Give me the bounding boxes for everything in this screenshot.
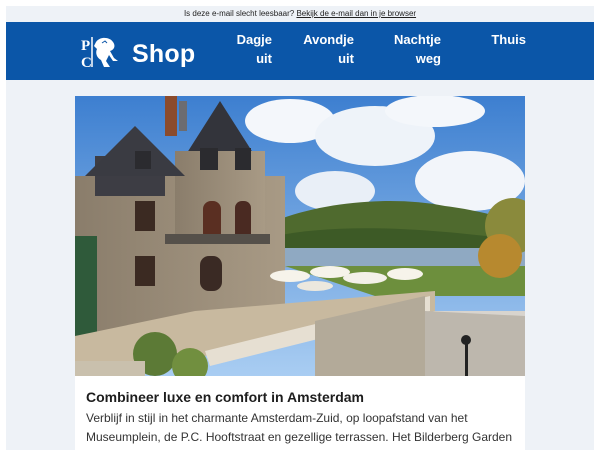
nav-nachtje-weg[interactable]: Nachtje weg xyxy=(388,30,441,68)
email-header: P C Shop Dagje uit Avondje uit Nachtje w… xyxy=(6,22,594,80)
svg-text:C: C xyxy=(81,55,92,70)
offer-card: Combineer luxe en comfort in Amsterdam V… xyxy=(75,96,525,450)
nav-label-line1: Thuis xyxy=(491,32,526,47)
preheader-text: Is deze e-mail slecht leesbaar? xyxy=(183,9,295,18)
nav-label-line2: uit xyxy=(256,51,272,66)
hotel-castle-photo[interactable] xyxy=(75,96,525,376)
svg-text:P: P xyxy=(81,38,90,54)
shop-brand-title[interactable]: Shop xyxy=(132,40,195,69)
view-in-browser-link[interactable]: Bekijk de e-mail dan in je browser xyxy=(296,9,416,18)
nav-thuis[interactable]: Thuis xyxy=(486,30,526,49)
nav-label-line1: Dagje xyxy=(236,32,272,47)
nav-label-line2: uit xyxy=(338,51,354,66)
nav-dagje-uit[interactable]: Dagje uit xyxy=(226,30,272,68)
nav-label-line2: weg xyxy=(415,51,441,66)
nav-label-line1: Avondje xyxy=(303,32,354,47)
nav-label-line1: Nachtje xyxy=(394,32,441,47)
preheader-bar: Is deze e-mail slecht leesbaar? Bekijk d… xyxy=(6,6,594,22)
offer-description: Verblijf in stijl in het charmante Amste… xyxy=(86,411,513,444)
nav-avondje-uit[interactable]: Avondje uit xyxy=(298,30,354,68)
pc-lion-logo-icon[interactable]: P C xyxy=(80,34,120,70)
offer-title: Combineer luxe en comfort in Amsterdam xyxy=(86,389,364,405)
